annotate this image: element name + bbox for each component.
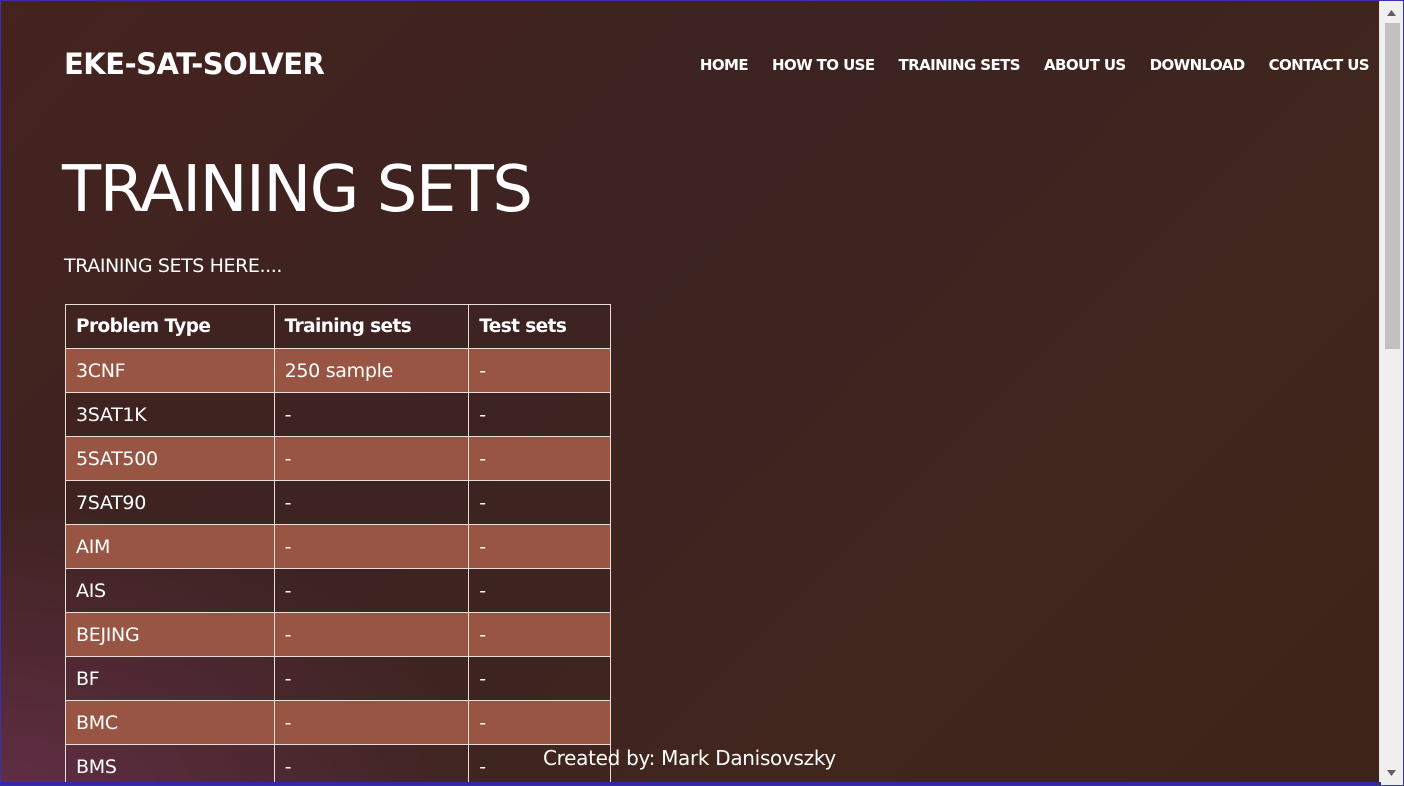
table-row: AIM - - <box>65 524 611 569</box>
table-row: BMC - - <box>65 700 611 745</box>
scrollbar-thumb[interactable] <box>1385 23 1400 349</box>
cell-test-sets: - <box>468 480 611 525</box>
cell-training-sets: - <box>273 524 470 569</box>
table-row: 3SAT1K - - <box>65 392 611 437</box>
main-nav: HOME HOW TO USE TRAINING SETS ABOUT US D… <box>676 56 1370 74</box>
column-header-problem-type: Problem Type <box>65 304 275 349</box>
cell-test-sets: - <box>468 524 611 569</box>
lead-text: TRAINING SETS HERE.... <box>64 255 283 277</box>
nav-training-sets[interactable]: TRAINING SETS <box>899 56 1021 74</box>
cell-test-sets: - <box>468 568 611 613</box>
cell-problem-type: 3SAT1K <box>65 392 275 437</box>
vertical-scrollbar[interactable] <box>1379 1 1403 785</box>
table-row: AIS - - <box>65 568 611 613</box>
brand-logo-link[interactable]: EKE-SAT-SOLVER <box>64 47 325 81</box>
cell-test-sets: - <box>468 656 611 701</box>
nav-about-us[interactable]: ABOUT US <box>1044 56 1126 74</box>
cell-problem-type: AIM <box>65 524 275 569</box>
column-header-test-sets: Test sets <box>468 304 611 349</box>
cell-test-sets: - <box>468 348 611 393</box>
cell-training-sets: - <box>273 612 470 657</box>
cell-problem-type: BMC <box>65 700 275 745</box>
nav-download[interactable]: DOWNLOAD <box>1150 56 1246 74</box>
cell-problem-type: 7SAT90 <box>65 480 275 525</box>
cell-problem-type: BMS <box>65 744 275 785</box>
table-row: 5SAT500 - - <box>65 436 611 481</box>
nav-how-to-use[interactable]: HOW TO USE <box>772 56 875 74</box>
table-row: BEJING - - <box>65 612 611 657</box>
cell-training-sets: 250 sample <box>273 348 470 393</box>
cell-problem-type: 3CNF <box>65 348 275 393</box>
nav-home[interactable]: HOME <box>700 56 749 74</box>
cell-test-sets: - <box>468 392 611 437</box>
column-header-training-sets: Training sets <box>273 304 470 349</box>
browser-viewport: EKE-SAT-SOLVER HOME HOW TO USE TRAINING … <box>0 0 1404 786</box>
table-body: 3CNF 250 sample - 3SAT1K - - 5SAT500 - -… <box>65 348 611 785</box>
cell-training-sets: - <box>273 700 470 745</box>
cell-training-sets: - <box>273 568 470 613</box>
cell-training-sets: - <box>273 744 470 785</box>
triangle-down-icon[interactable] <box>1380 763 1403 783</box>
footer-credit: Created by: Mark Danisovszky <box>543 746 836 770</box>
triangle-up-icon[interactable] <box>1380 3 1403 23</box>
page-title: TRAINING SETS <box>62 153 533 227</box>
cell-training-sets: - <box>273 436 470 481</box>
window-bottom-border <box>1 782 1381 785</box>
table-header-row: Problem Type Training sets Test sets <box>65 304 611 349</box>
page: EKE-SAT-SOLVER HOME HOW TO USE TRAINING … <box>1 1 1380 785</box>
cell-training-sets: - <box>273 392 470 437</box>
cell-problem-type: BF <box>65 656 275 701</box>
training-sets-table: Problem Type Training sets Test sets 3CN… <box>65 304 611 785</box>
cell-test-sets: - <box>468 700 611 745</box>
table-header: Problem Type Training sets Test sets <box>65 304 611 349</box>
table-row: 7SAT90 - - <box>65 480 611 525</box>
table-row: BF - - <box>65 656 611 701</box>
table-row: BMS - - <box>65 744 611 785</box>
table-row: 3CNF 250 sample - <box>65 348 611 393</box>
cell-training-sets: - <box>273 480 470 525</box>
cell-problem-type: AIS <box>65 568 275 613</box>
cell-problem-type: 5SAT500 <box>65 436 275 481</box>
cell-test-sets: - <box>468 436 611 481</box>
cell-training-sets: - <box>273 656 470 701</box>
cell-problem-type: BEJING <box>65 612 275 657</box>
nav-contact-us[interactable]: CONTACT US <box>1269 56 1370 74</box>
cell-test-sets: - <box>468 612 611 657</box>
